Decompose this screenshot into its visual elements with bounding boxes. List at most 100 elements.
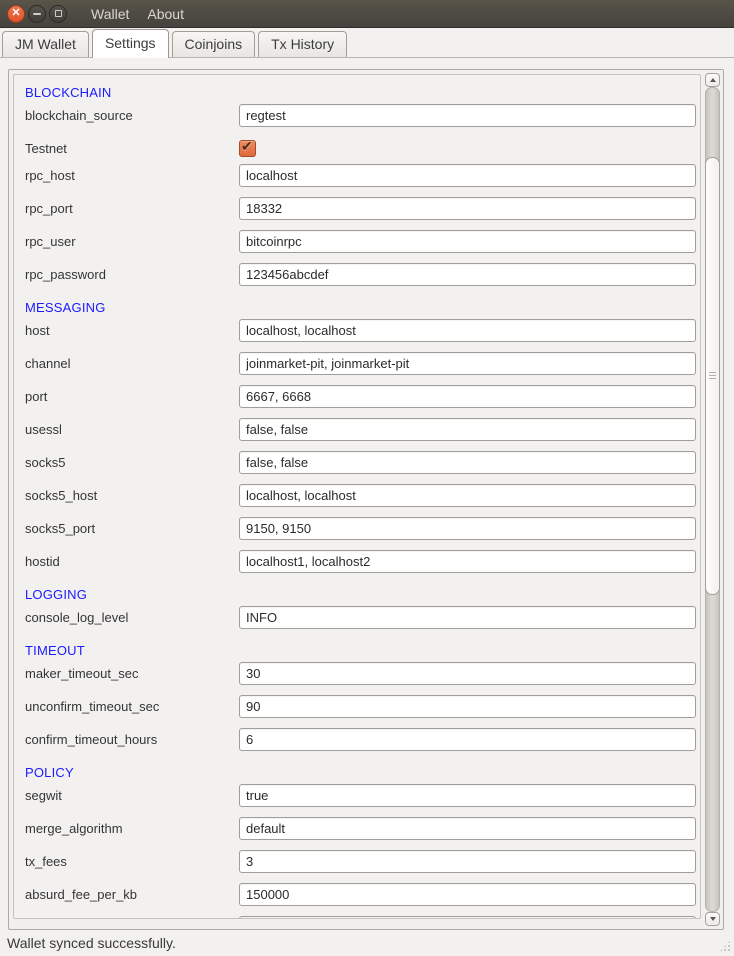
rpc_password-input[interactable] bbox=[239, 263, 696, 286]
section-header-blockchain: BLOCKCHAIN bbox=[14, 81, 700, 104]
status-message: Wallet synced successfully. bbox=[7, 935, 176, 951]
blockchain_source-input[interactable] bbox=[239, 104, 696, 127]
usessl-input[interactable] bbox=[239, 418, 696, 441]
field-label: absurd_fee_per_kb bbox=[14, 883, 239, 906]
section-header-timeout: TIMEOUT bbox=[14, 639, 700, 662]
field-label: confirm_timeout_hours bbox=[14, 728, 239, 751]
hostid-input[interactable] bbox=[239, 550, 696, 573]
port-input[interactable] bbox=[239, 385, 696, 408]
socks5_host-input[interactable] bbox=[239, 484, 696, 507]
field-label: socks5_host bbox=[14, 484, 239, 507]
settings-row: channel bbox=[14, 352, 700, 385]
merge_algorithm-input[interactable] bbox=[239, 817, 696, 840]
settings-scroll-area: BLOCKCHAINblockchain_source Testnet✔rpc_h… bbox=[8, 69, 724, 930]
settings-row: segwit bbox=[14, 784, 700, 817]
field-label: usessl bbox=[14, 418, 239, 441]
settings-pane: BLOCKCHAINblockchain_source Testnet✔rpc_h… bbox=[0, 58, 734, 930]
scroll-up-button[interactable] bbox=[705, 73, 720, 87]
field-label: console_log_level bbox=[14, 606, 239, 629]
field-label: blockchain_source bbox=[14, 104, 239, 127]
field-label: unconfirm_timeout_sec bbox=[14, 695, 239, 718]
settings-row: rpc_user bbox=[14, 230, 700, 263]
settings-row: socks5 bbox=[14, 451, 700, 484]
tab-coinjoins[interactable]: Coinjoins bbox=[172, 31, 256, 57]
close-button[interactable]: ✕ bbox=[7, 5, 25, 23]
rpc_port-input[interactable] bbox=[239, 197, 696, 220]
maker_timeout_sec-input[interactable] bbox=[239, 662, 696, 685]
socks5-input[interactable] bbox=[239, 451, 696, 474]
field-label: segwit bbox=[14, 784, 239, 807]
close-icon: ✕ bbox=[11, 8, 20, 19]
settings-row: absurd_fee_per_kb bbox=[14, 883, 700, 916]
settings-row: Testnet✔ bbox=[14, 137, 700, 164]
field-label: tx_fees bbox=[14, 850, 239, 873]
settings-row: rpc_port bbox=[14, 197, 700, 230]
field-label: rpc_port bbox=[14, 197, 239, 220]
settings-row: port bbox=[14, 385, 700, 418]
field-label: host bbox=[14, 319, 239, 342]
field-label: socks5 bbox=[14, 451, 239, 474]
tab-tx-history[interactable]: Tx History bbox=[258, 31, 347, 57]
settings-row: hostid bbox=[14, 550, 700, 583]
segwit-input[interactable] bbox=[239, 784, 696, 807]
field-label: channel bbox=[14, 352, 239, 375]
menu-bar: Wallet About bbox=[82, 2, 193, 26]
channel-input[interactable] bbox=[239, 352, 696, 375]
socks5_port-input[interactable] bbox=[239, 517, 696, 540]
field-label: rpc_user bbox=[14, 230, 239, 253]
section-header-messaging: MESSAGING bbox=[14, 296, 700, 319]
settings-form: BLOCKCHAINblockchain_source Testnet✔rpc_h… bbox=[13, 74, 701, 919]
settings-row: confirm_timeout_hours bbox=[14, 728, 700, 761]
rpc_user-input[interactable] bbox=[239, 230, 696, 253]
app-window: ✕ Wallet About JM WalletSettingsCoinjoin… bbox=[0, 0, 734, 956]
menu-wallet[interactable]: Wallet bbox=[82, 2, 138, 26]
scrollbar-thumb[interactable] bbox=[705, 157, 720, 595]
scrollbar-track[interactable] bbox=[705, 87, 720, 912]
field-label: merge_algorithm bbox=[14, 817, 239, 840]
maximize-button[interactable] bbox=[49, 5, 67, 23]
field-label: rpc_password bbox=[14, 263, 239, 286]
resize-grip-icon[interactable] bbox=[718, 939, 732, 953]
minimize-button[interactable] bbox=[28, 5, 46, 23]
console_log_level-input[interactable] bbox=[239, 606, 696, 629]
settings-row: merge_algorithm bbox=[14, 817, 700, 850]
absurd_fee_per_kb-input[interactable] bbox=[239, 883, 696, 906]
field-label: hostid bbox=[14, 550, 239, 573]
settings-row bbox=[14, 916, 700, 919]
status-bar: Wallet synced successfully. bbox=[0, 930, 734, 956]
check-icon: ✔ bbox=[241, 138, 253, 155]
tab-bar: JM WalletSettingsCoinjoinsTx History bbox=[0, 28, 734, 58]
rpc_host-input[interactable] bbox=[239, 164, 696, 187]
field-label: Testnet bbox=[14, 137, 239, 160]
settings-row: rpc_password bbox=[14, 263, 700, 296]
settings-row: usessl bbox=[14, 418, 700, 451]
field-label: socks5_port bbox=[14, 517, 239, 540]
vertical-scrollbar[interactable] bbox=[705, 73, 720, 926]
menu-about[interactable]: About bbox=[138, 2, 193, 26]
tab-settings[interactable]: Settings bbox=[92, 29, 169, 58]
unconfirm_timeout_sec-input[interactable] bbox=[239, 695, 696, 718]
testnet-checkbox[interactable]: ✔ bbox=[239, 140, 256, 157]
field-label: rpc_host bbox=[14, 164, 239, 187]
settings-row: socks5_port bbox=[14, 517, 700, 550]
settings-row: console_log_level bbox=[14, 606, 700, 639]
settings-row: blockchain_source bbox=[14, 104, 700, 137]
section-header-policy: POLICY bbox=[14, 761, 700, 784]
settings-row: maker_timeout_sec bbox=[14, 662, 700, 695]
confirm_timeout_hours-input[interactable] bbox=[239, 728, 696, 751]
tab-jm-wallet[interactable]: JM Wallet bbox=[2, 31, 89, 57]
settings-row: tx_fees bbox=[14, 850, 700, 883]
arrow-down-icon bbox=[710, 917, 716, 921]
maximize-icon bbox=[55, 10, 62, 17]
title-bar: ✕ Wallet About bbox=[0, 0, 734, 28]
field-label: maker_timeout_sec bbox=[14, 662, 239, 685]
arrow-up-icon bbox=[710, 78, 716, 82]
settings-row: rpc_host bbox=[14, 164, 700, 197]
partial-input[interactable] bbox=[239, 916, 696, 919]
settings-row: unconfirm_timeout_sec bbox=[14, 695, 700, 728]
settings-row: socks5_host bbox=[14, 484, 700, 517]
tx_fees-input[interactable] bbox=[239, 850, 696, 873]
scroll-down-button[interactable] bbox=[705, 912, 720, 926]
minimize-icon bbox=[33, 13, 41, 15]
host-input[interactable] bbox=[239, 319, 696, 342]
